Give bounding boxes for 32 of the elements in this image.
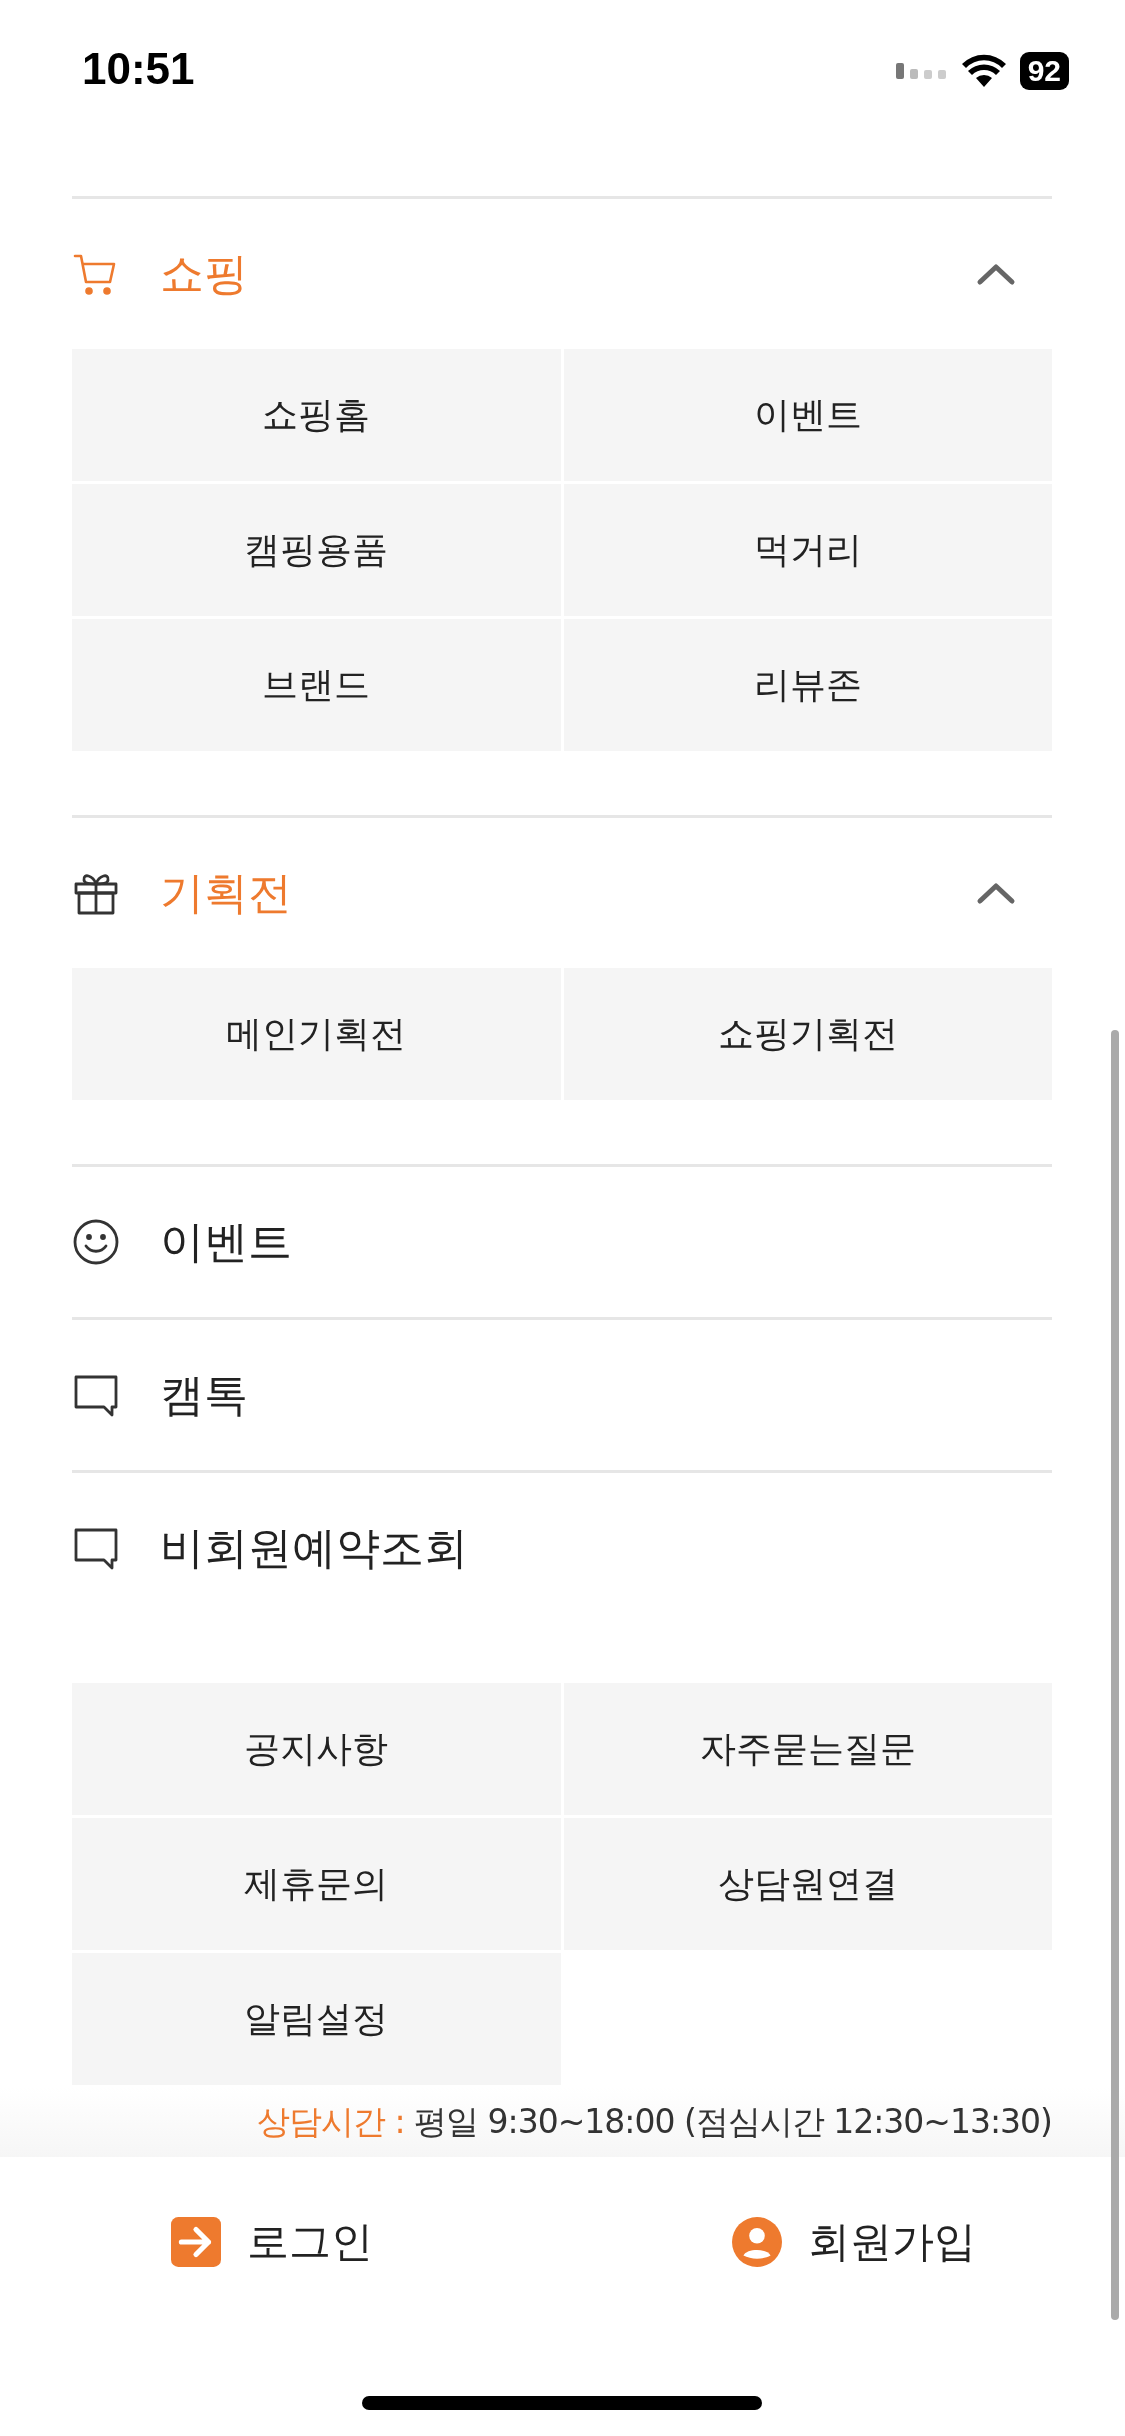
- wifi-icon: [961, 54, 1006, 88]
- chevron-up-icon: [976, 881, 1016, 905]
- consult-hours: 평일 9:30~18:00 (점심시간 12:30~13:30): [414, 2100, 1052, 2143]
- menu-item[interactable]: 상담원연결: [563, 1818, 1052, 1950]
- menu-item[interactable]: 공지사항: [72, 1683, 561, 1815]
- menu-item[interactable]: 쇼핑홈: [72, 349, 561, 481]
- menu-link[interactable]: 캠톡: [72, 1317, 1052, 1470]
- chevron-up-icon: [976, 262, 1016, 286]
- menu-item[interactable]: 리뷰존: [563, 619, 1052, 751]
- menu-item[interactable]: 캠핑용품: [72, 484, 561, 616]
- user-icon: [732, 2217, 782, 2267]
- menu-item[interactable]: 메인기획전: [72, 968, 561, 1100]
- menu-item[interactable]: 먹거리: [563, 484, 1052, 616]
- signup-button[interactable]: 회원가입: [732, 2214, 976, 2270]
- menu-item[interactable]: 브랜드: [72, 619, 561, 751]
- menu-link-label: 이벤트: [160, 1214, 292, 1269]
- menu-link[interactable]: 이벤트: [72, 1164, 1052, 1317]
- login-icon: [171, 2217, 221, 2267]
- menu-item[interactable]: 자주묻는질문: [563, 1683, 1052, 1815]
- menu-link-label: 캠톡: [160, 1367, 248, 1422]
- status-time: 10:51: [82, 44, 195, 94]
- menu-link-label: 비회원예약조회: [160, 1520, 468, 1575]
- menu-link[interactable]: 비회원예약조회: [72, 1470, 1052, 1623]
- battery-level: 92: [1019, 52, 1069, 90]
- menu-item[interactable]: 제휴문의: [72, 1818, 561, 1950]
- menu-item[interactable]: 쇼핑기획전: [563, 968, 1052, 1100]
- smiley-icon: [72, 1218, 120, 1266]
- consult-label: 상담시간 :: [256, 2100, 405, 2143]
- signal-icon: [895, 61, 948, 81]
- menu-item[interactable]: 알림설정: [72, 1953, 561, 2085]
- menu-item[interactable]: 이벤트: [563, 349, 1052, 481]
- login-button[interactable]: 로그인: [171, 2214, 373, 2270]
